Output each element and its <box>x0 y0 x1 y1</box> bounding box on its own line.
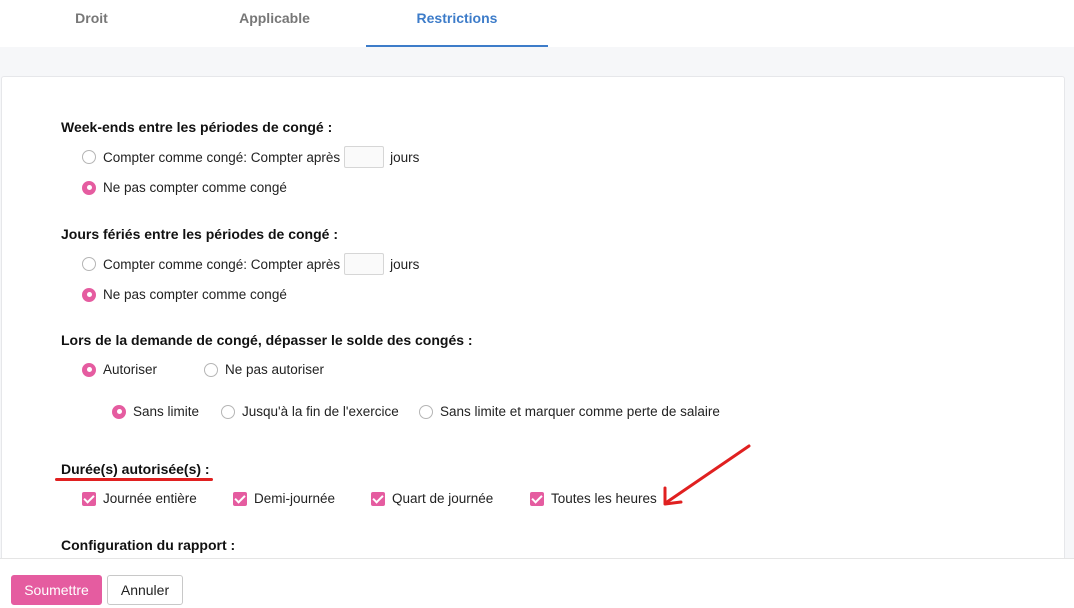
exceed-deny-radio[interactable] <box>204 362 218 377</box>
weekends-days-input[interactable] <box>344 146 385 168</box>
duration-hourly-checkbox[interactable] <box>530 491 544 506</box>
exceed-sub-loss-of-pay-label: Sans limite et marquer comme perte de sa… <box>440 404 720 419</box>
exceed-sub-loss-of-pay-radio[interactable] <box>419 404 433 419</box>
weekends-count-radio[interactable] <box>82 150 96 164</box>
holidays-count-label: Compter comme congé: Compter après <box>103 256 341 272</box>
duration-half-day-checkbox[interactable] <box>233 491 247 506</box>
tab-applicable[interactable]: Applicable <box>183 0 366 47</box>
exceed-allow-label: Autoriser <box>103 362 158 377</box>
duration-half-day-label: Demi-journée <box>254 491 336 506</box>
annotation-underline <box>55 478 213 481</box>
cancel-button[interactable]: Annuler <box>107 575 183 605</box>
exceed-sub-fiscal-end-radio[interactable] <box>221 404 235 419</box>
exceed-deny-label: Ne pas autoriser <box>225 362 325 377</box>
holidays-title: Jours fériés entre les périodes de congé… <box>61 226 338 242</box>
holidays-days-input[interactable] <box>344 253 385 275</box>
report-title: Configuration du rapport : <box>61 537 236 553</box>
weekends-count-label: Compter comme congé: Compter après <box>103 149 341 165</box>
weekends-no-count-label: Ne pas compter comme congé <box>103 180 287 195</box>
weekends-title: Week-ends entre les périodes de congé : <box>61 119 333 135</box>
durations-title: Durée(s) autorisée(s) : <box>61 461 210 477</box>
holidays-count-radio[interactable] <box>82 257 96 271</box>
tab-droit[interactable]: Droit <box>0 0 183 47</box>
holidays-unit-label: jours <box>390 256 420 272</box>
duration-full-day-label: Journée entière <box>103 491 197 506</box>
exceed-sub-unlimited-label: Sans limite <box>133 404 200 419</box>
submit-button[interactable]: Soumettre <box>11 575 102 605</box>
holidays-no-count-label: Ne pas compter comme congé <box>103 287 287 302</box>
duration-hourly-label: Toutes les heures <box>551 491 657 506</box>
duration-full-day-checkbox[interactable] <box>82 491 96 506</box>
exceed-sub-option-loss-of-pay[interactable]: Sans limite et marquer comme perte de sa… <box>419 404 720 419</box>
duration-quarter-day-checkbox[interactable] <box>371 491 385 506</box>
weekends-count-option[interactable]: Compter comme congé: Compter après jours <box>82 146 419 168</box>
exceed-sub-option-fiscal-end[interactable]: Jusqu'à la fin de l'exercice <box>221 404 399 419</box>
duration-quarter-day-label: Quart de journée <box>392 491 494 506</box>
exceed-sub-option-unlimited[interactable]: Sans limite <box>112 404 199 419</box>
exceed-sub-fiscal-end-label: Jusqu'à la fin de l'exercice <box>242 404 399 419</box>
annotation-arrow-icon <box>663 444 751 506</box>
exceed-allow-radio[interactable] <box>82 362 96 377</box>
duration-full-day[interactable]: Journée entière <box>82 491 197 506</box>
holidays-no-count-radio[interactable] <box>82 287 96 302</box>
weekends-unit-label: jours <box>390 149 420 165</box>
form-footer: Soumettre Annuler <box>0 558 1074 608</box>
duration-half-day[interactable]: Demi-journée <box>233 491 335 506</box>
weekends-no-count-radio[interactable] <box>82 180 96 195</box>
tab-bar: Droit Applicable Restrictions <box>0 0 1074 47</box>
holidays-count-option[interactable]: Compter comme congé: Compter après jours <box>82 253 419 275</box>
weekends-no-count-option[interactable]: Ne pas compter comme congé <box>82 180 287 195</box>
tab-restrictions[interactable]: Restrictions <box>366 0 548 47</box>
duration-hourly[interactable]: Toutes les heures <box>530 491 657 506</box>
exceed-allow-option[interactable]: Autoriser <box>82 362 157 377</box>
holidays-no-count-option[interactable]: Ne pas compter comme congé <box>82 287 287 302</box>
exceed-title: Lors de la demande de congé, dépasser le… <box>61 332 473 348</box>
exceed-deny-option[interactable]: Ne pas autoriser <box>204 362 324 377</box>
exceed-sub-unlimited-radio[interactable] <box>112 404 126 419</box>
duration-quarter-day[interactable]: Quart de journée <box>371 491 493 506</box>
